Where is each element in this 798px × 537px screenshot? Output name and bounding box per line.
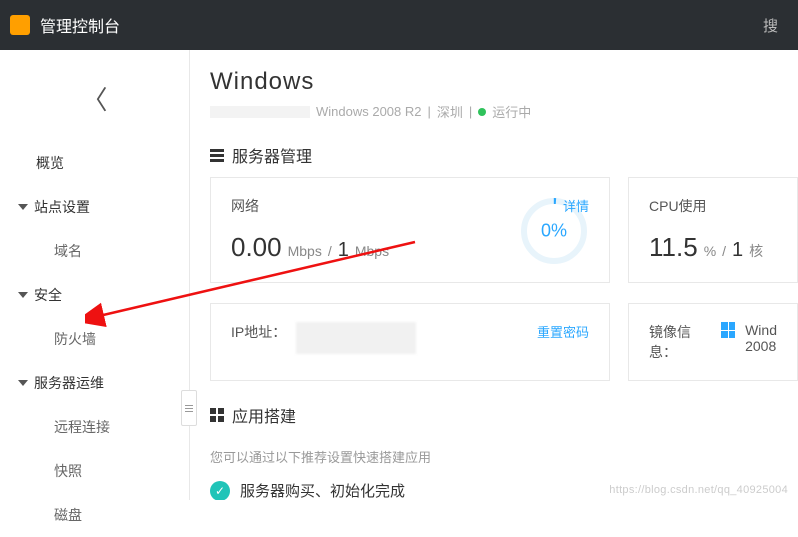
status-dot-icon bbox=[478, 108, 486, 116]
reset-password-link[interactable]: 重置密码 bbox=[537, 322, 589, 341]
search-hint[interactable]: 搜 bbox=[763, 15, 778, 36]
cpu-cores: 1 bbox=[732, 239, 743, 262]
list-icon bbox=[210, 149, 224, 162]
network-value: 0.00 bbox=[231, 232, 282, 263]
metric-cards: 网络 0.00 Mbps / 1 Mbps bbox=[210, 177, 798, 283]
network-sep: / bbox=[328, 243, 332, 259]
topbar: 管理控制台 搜 bbox=[0, 0, 798, 50]
ip-label: IP地址： bbox=[231, 322, 286, 354]
main-content: Windows Windows 2008 R2 | 深圳 | 运行中 服务器管理… bbox=[190, 50, 798, 500]
status-text: 运行中 bbox=[492, 102, 531, 121]
windows-icon bbox=[721, 322, 735, 338]
gauge-value: 0% bbox=[541, 221, 567, 242]
cpu-value: 11.5 bbox=[649, 232, 698, 263]
caret-down-icon bbox=[18, 292, 28, 298]
cpu-core-unit: 核 bbox=[749, 241, 763, 261]
image-os-line1: Wind bbox=[745, 322, 777, 338]
os-fragment: Windows 2008 R2 bbox=[316, 104, 422, 119]
ip-block: IP地址： 重置密码 bbox=[210, 303, 610, 381]
card-network-title: 网络 bbox=[231, 196, 389, 216]
sidebar-group-site-label: 站点设置 bbox=[34, 197, 90, 217]
network-metric: 0.00 Mbps / 1 Mbps bbox=[231, 232, 389, 263]
ip-redacted bbox=[296, 322, 416, 354]
sidebar-item-domain[interactable]: 域名 bbox=[0, 229, 189, 273]
step-text: 服务器购买、初始化完成 bbox=[240, 480, 405, 500]
sidebar: 〈 概览 站点设置 域名 安全 防火墙 服务器运维 远程连接 快照 磁盘 bbox=[0, 50, 190, 500]
cpu-sep: / bbox=[722, 243, 726, 259]
sidebar-group-ops[interactable]: 服务器运维 bbox=[0, 361, 189, 405]
card-network: 网络 0.00 Mbps / 1 Mbps bbox=[210, 177, 610, 283]
sidebar-item-remote[interactable]: 远程连接 bbox=[0, 405, 189, 449]
page-subtitle: Windows 2008 R2 | 深圳 | 运行中 bbox=[210, 102, 798, 121]
topbar-left: 管理控制台 bbox=[20, 13, 120, 37]
info-row: IP地址： 重置密码 镜像信息： Wind 2008 bbox=[210, 303, 798, 381]
divider: | bbox=[428, 104, 431, 119]
network-unit1: Mbps bbox=[288, 243, 322, 259]
logo-icon bbox=[10, 15, 30, 35]
image-label: 镜像信息： bbox=[649, 322, 711, 362]
network-unit2: Mbps bbox=[355, 243, 389, 259]
card-cpu-title: CPU使用 bbox=[649, 196, 777, 216]
cpu-metric: 11.5 % / 1 核 bbox=[649, 232, 777, 263]
network-detail-link[interactable]: 详情 bbox=[563, 196, 589, 215]
divider: | bbox=[469, 104, 472, 119]
region: 深圳 bbox=[437, 102, 463, 121]
sidebar-item-snapshot[interactable]: 快照 bbox=[0, 449, 189, 493]
caret-down-icon bbox=[18, 204, 28, 210]
sidebar-group-ops-label: 服务器运维 bbox=[34, 373, 104, 393]
grid-icon bbox=[210, 408, 224, 422]
section-app-build-head: 应用搭建 bbox=[210, 403, 798, 437]
redacted-name bbox=[210, 106, 310, 118]
page-title: Windows bbox=[210, 68, 798, 96]
cpu-pct: % bbox=[704, 243, 716, 259]
sidebar-collapse-handle[interactable] bbox=[181, 390, 197, 426]
sidebar-item-overview[interactable]: 概览 bbox=[0, 141, 189, 185]
section-server-mgmt-head: 服务器管理 bbox=[210, 143, 798, 177]
watermark: https://blog.csdn.net/qq_40925004 bbox=[609, 484, 788, 496]
layout: 〈 概览 站点设置 域名 安全 防火墙 服务器运维 远程连接 快照 磁盘 Win… bbox=[0, 50, 798, 500]
caret-down-icon bbox=[18, 380, 28, 386]
back-button[interactable]: 〈 bbox=[0, 60, 189, 141]
sidebar-group-security[interactable]: 安全 bbox=[0, 273, 189, 317]
sidebar-group-site[interactable]: 站点设置 bbox=[0, 185, 189, 229]
network-cap: 1 bbox=[338, 239, 349, 262]
app-build-desc: 您可以通过以下推荐设置快速搭建应用 bbox=[210, 447, 798, 466]
image-block: 镜像信息： Wind 2008 bbox=[628, 303, 798, 381]
topbar-title: 管理控制台 bbox=[40, 13, 120, 37]
section-app-build-title: 应用搭建 bbox=[232, 403, 296, 427]
sidebar-item-firewall[interactable]: 防火墙 bbox=[0, 317, 189, 361]
image-os-line2: 2008 bbox=[745, 338, 777, 354]
check-icon: ✓ bbox=[210, 481, 230, 501]
sidebar-group-security-label: 安全 bbox=[34, 285, 62, 305]
section-server-mgmt-title: 服务器管理 bbox=[232, 143, 312, 167]
card-cpu: CPU使用 11.5 % / 1 核 bbox=[628, 177, 798, 283]
